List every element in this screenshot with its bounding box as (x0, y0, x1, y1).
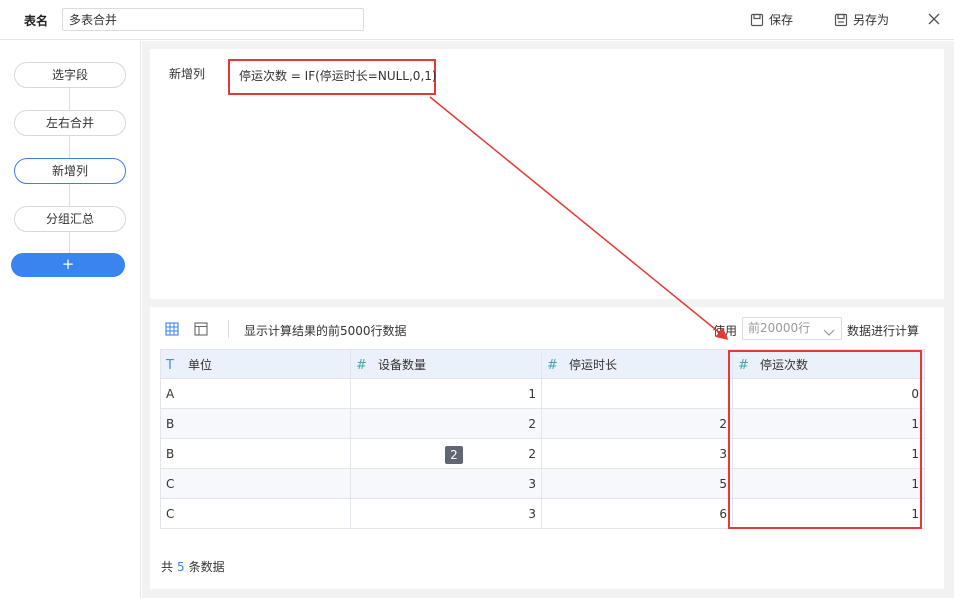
save-as-label: 另存为 (853, 13, 890, 27)
footer-suffix: 条数据 (188, 560, 225, 574)
table-cell: 0 (732, 378, 925, 409)
number-type-icon: # (738, 357, 749, 373)
save-as-button[interactable]: 另存为 (834, 11, 889, 28)
column-title: 单位 (188, 357, 213, 372)
column-title: 停运次数 (760, 357, 809, 372)
column-header[interactable]: # 设备数量 (350, 349, 542, 379)
toolbar-divider (228, 320, 229, 338)
step-add-column[interactable]: 新增列 (14, 158, 126, 184)
number-type-icon: # (547, 357, 558, 373)
table-row: A 1 0 (160, 378, 925, 409)
top-bar: 表名 保存 另存为 (0, 0, 954, 40)
table-cell: C (160, 468, 351, 499)
table-cell: 3 (350, 468, 542, 499)
step-select-fields[interactable]: 选字段 (14, 62, 126, 88)
table-cell: B (160, 408, 351, 439)
table-cell (541, 378, 733, 409)
column-header[interactable]: # 停运次数 (732, 349, 925, 379)
save-label: 保存 (769, 13, 794, 27)
layout-view-icon[interactable] (194, 322, 208, 336)
formula-panel: 新增列 停运次数 = IF(停运时长=NULL,0,1) (150, 49, 944, 299)
table-cell: 2 (350, 408, 542, 439)
formula-expression[interactable]: 停运次数 = IF(停运时长=NULL,0,1) (228, 59, 437, 95)
table-cell: 1 (732, 408, 925, 439)
rows-select-value: 前20000行 (748, 321, 811, 335)
table-row: C 3 5 1 (160, 468, 925, 499)
save-as-icon (834, 13, 848, 27)
table-cell: 1 (732, 438, 925, 469)
column-title: 停运时长 (569, 357, 618, 372)
close-icon[interactable] (927, 12, 941, 26)
table-row: C 3 6 1 (160, 498, 925, 529)
save-button[interactable]: 保存 (750, 11, 793, 28)
compute-label: 数据进行计算 (847, 324, 920, 338)
table-cell: 1 (732, 468, 925, 499)
footer-prefix: 共 (161, 560, 174, 574)
table-name-label: 表名 (24, 14, 49, 28)
preview-table: T 单位 # 设备数量 # 停运时长 # 停运次数 A 1 0 B 2 2 1 B 2 (160, 349, 925, 529)
table-header-row: T 单位 # 设备数量 # 停运时长 # 停运次数 (160, 349, 925, 379)
use-label: 使用 (713, 324, 738, 338)
table-cell: 1 (732, 498, 925, 529)
step-group-summary[interactable]: 分组汇总 (14, 206, 126, 232)
column-header[interactable]: # 停运时长 (541, 349, 733, 379)
preview-panel: 显示计算结果的前5000行数据 使用 前20000行 数据进行计算 T 单位 # 设… (150, 307, 944, 589)
column-title: 设备数量 (378, 357, 427, 372)
formula-label: 新增列 (169, 67, 206, 81)
table-cell: A (160, 378, 351, 409)
table-cell: 3 (541, 438, 733, 469)
step-rail: 选字段 左右合并 新增列 分组汇总 + (0, 41, 141, 598)
table-cell: 1 (350, 378, 542, 409)
add-step-button[interactable]: + (11, 253, 125, 277)
chevron-down-icon (823, 323, 835, 344)
table-row: B 2 3 1 (160, 438, 925, 469)
table-cell: 6 (541, 498, 733, 529)
cell-badge: 2 (445, 446, 463, 464)
table-cell: 5 (541, 468, 733, 499)
table-name-input[interactable] (62, 8, 364, 31)
footer-count: 5 (177, 560, 185, 574)
grid-view-icon[interactable] (165, 322, 179, 336)
save-icon (750, 13, 764, 27)
table-cell: B (160, 438, 351, 469)
rows-select[interactable]: 前20000行 (742, 317, 842, 340)
row-count-footer: 共 5 条数据 (161, 558, 225, 575)
table-cell: 3 (350, 498, 542, 529)
number-type-icon: # (356, 357, 367, 373)
preview-info: 显示计算结果的前5000行数据 (244, 324, 407, 338)
table-row: B 2 2 1 (160, 408, 925, 439)
column-header[interactable]: T 单位 (160, 349, 351, 379)
text-type-icon: T (166, 357, 174, 373)
table-cell: 2 (541, 408, 733, 439)
table-cell: C (160, 498, 351, 529)
step-merge-horizontal[interactable]: 左右合并 (14, 110, 126, 136)
